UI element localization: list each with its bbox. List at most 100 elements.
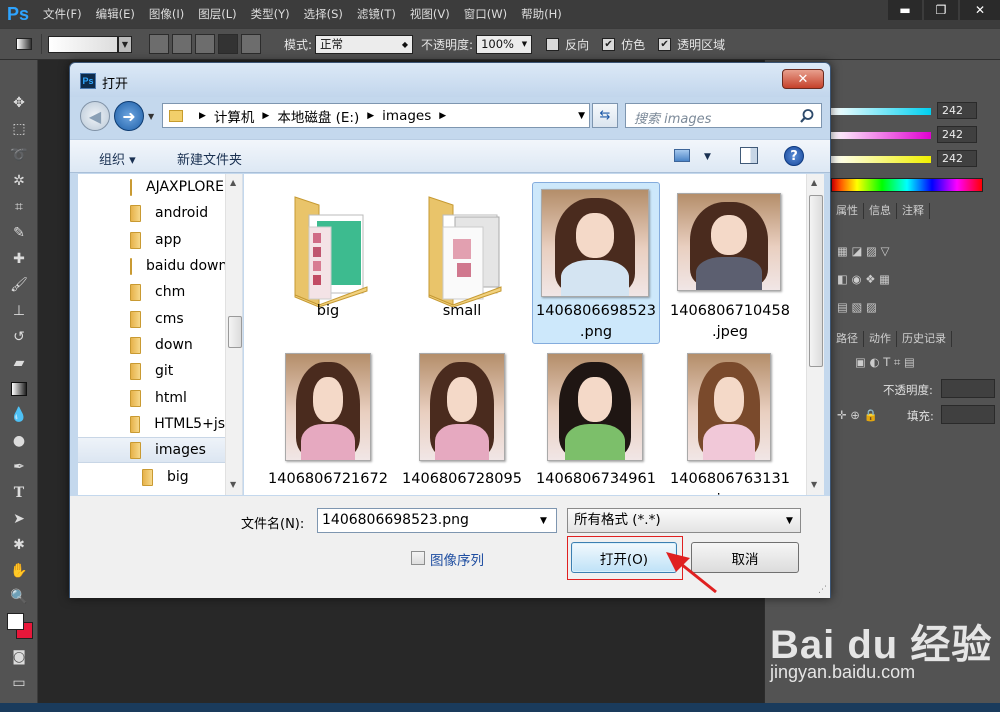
brush-tool-icon[interactable]: 🖌 [4, 272, 34, 298]
address-bar[interactable]: ▶ 计算机 ▶ 本地磁盘 (E:) ▶ images ▶ ▼ [162, 103, 590, 128]
tab-actions[interactable]: 动作 [864, 331, 897, 347]
chevron-down-icon[interactable]: ▼ [704, 152, 711, 162]
breadcrumb-computer[interactable]: 计算机 [214, 106, 255, 126]
image-sequence-label[interactable]: 图像序列 [430, 549, 484, 569]
dialog-titlebar[interactable]: Ps 打开 ✕ [70, 63, 830, 97]
blur-tool-icon[interactable]: 💧 [4, 402, 34, 428]
scroll-thumb[interactable] [809, 195, 823, 367]
radial-gradient-button[interactable] [172, 34, 192, 54]
reverse-checkbox[interactable] [546, 37, 560, 51]
chevron-right-icon[interactable]: ▶ [439, 111, 446, 121]
tree-item-app[interactable]: app [78, 227, 225, 253]
new-folder-button[interactable]: 新建文件夹 [177, 149, 242, 168]
crop-tool-icon[interactable]: ⌗ [4, 194, 34, 220]
layer-filter-icons[interactable]: ▣ ◐ T ⌗ ▤ [855, 355, 915, 370]
opacity-input[interactable]: 100% ▼ [476, 34, 533, 54]
chevron-down-icon[interactable]: ▼ [578, 111, 585, 121]
restore-button[interactable]: ❐ [924, 0, 958, 20]
zoom-tool-icon[interactable]: 🔍 [4, 584, 34, 610]
menu-window[interactable]: 窗口(W) [457, 0, 514, 28]
forward-arrow-icon[interactable]: ➜ [114, 101, 144, 131]
tree-item-html5[interactable]: HTML5+js [78, 411, 225, 437]
scroll-up-icon[interactable]: ▲ [230, 178, 236, 187]
chevron-right-icon[interactable]: ▶ [367, 111, 374, 121]
minimize-button[interactable]: ▬ [888, 0, 922, 20]
tree-item-ajaxplorer[interactable]: AJAXPLORER [78, 174, 225, 200]
shape-tool-icon[interactable]: ✱ [4, 532, 34, 558]
file-item-folder-big[interactable]: big [264, 182, 392, 344]
tree-item-images[interactable]: images [78, 437, 225, 463]
file-item-1406806734961[interactable]: 1406806734961 .png [532, 350, 660, 495]
quick-mask-icon[interactable]: ◙ [4, 644, 34, 670]
tab-notes[interactable]: 注释 [897, 203, 930, 219]
menu-layer[interactable]: 图层(L) [191, 0, 243, 28]
layer-fill-input[interactable] [941, 405, 995, 424]
menu-help[interactable]: 帮助(H) [514, 0, 569, 28]
file-item-1406806763131[interactable]: 1406806763131 .jpeg [666, 350, 794, 495]
color-swatches[interactable] [4, 610, 34, 644]
filename-input[interactable]: 1406806698523.png [317, 508, 557, 533]
stamp-tool-icon[interactable]: ⊥ [4, 298, 34, 324]
refresh-icon[interactable]: ⇆ [592, 103, 618, 128]
color-slider-yellow[interactable]: 242 [831, 150, 1000, 170]
tree-item-android[interactable]: android [78, 200, 225, 226]
file-item-1406806721672[interactable]: 1406806721672 .png [264, 350, 392, 495]
menu-view[interactable]: 视图(V) [403, 0, 457, 28]
menu-file[interactable]: 文件(F) [36, 0, 89, 28]
diamond-gradient-button[interactable] [241, 34, 261, 54]
transparency-checkbox[interactable]: ✔ [658, 37, 672, 51]
tab-history[interactable]: 历史记录 [897, 331, 952, 347]
reflected-gradient-button[interactable] [218, 34, 238, 54]
chevron-down-icon[interactable]: ▼ [540, 516, 547, 526]
file-list-scrollbar[interactable]: ▲ ▼ [806, 174, 824, 495]
help-icon[interactable]: ? [784, 146, 804, 166]
gradient-tool-icon[interactable] [6, 34, 42, 54]
tree-item-chm[interactable]: chm [78, 279, 225, 305]
tree-item-big[interactable]: big [78, 464, 225, 490]
type-tool-icon[interactable]: T [4, 480, 34, 506]
tree-item-down[interactable]: down [78, 332, 225, 358]
menu-filter[interactable]: 滤镜(T) [350, 0, 403, 28]
open-button[interactable]: 打开(O) [571, 542, 677, 573]
lasso-tool-icon[interactable]: ➰ [4, 142, 34, 168]
tree-item-baidu-download[interactable]: baidu download [78, 253, 225, 279]
chevron-down-icon[interactable]: ▼ [118, 35, 132, 53]
search-icon[interactable] [799, 108, 815, 124]
tree-item-html[interactable]: html [78, 385, 225, 411]
search-input[interactable]: 搜索 images [625, 103, 822, 128]
tree-item-cms[interactable]: cms [78, 306, 225, 332]
tab-paths[interactable]: 路径 [831, 331, 864, 347]
breadcrumb-images[interactable]: images [382, 108, 431, 124]
adjustment-icons-row3[interactable]: ▤ ▧ ▨ [837, 300, 877, 314]
tab-properties[interactable]: 属性 [831, 203, 864, 219]
foreground-color-swatch[interactable] [7, 613, 24, 630]
adjustment-icons-row2[interactable]: ◧ ◉ ❖ ▦ [837, 272, 890, 286]
view-icon[interactable] [674, 149, 690, 162]
dither-checkbox[interactable]: ✔ [602, 37, 616, 51]
angle-gradient-button[interactable] [195, 34, 215, 54]
menu-edit[interactable]: 编辑(E) [89, 0, 142, 28]
close-button[interactable]: ✕ [782, 69, 824, 89]
linear-gradient-button[interactable] [149, 34, 169, 54]
file-item-1406806698523[interactable]: 1406806698523 .png [532, 182, 660, 344]
history-brush-tool-icon[interactable]: ↺ [4, 324, 34, 350]
chevron-right-icon[interactable]: ▶ [199, 111, 206, 121]
magic-wand-tool-icon[interactable]: ✲ [4, 168, 34, 194]
recent-locations-dropdown[interactable]: ▼ [148, 112, 154, 121]
pen-tool-icon[interactable]: ✒ [4, 454, 34, 480]
scroll-up-icon[interactable]: ▲ [811, 178, 817, 187]
file-item-1406806728095[interactable]: 1406806728095 .png [398, 350, 526, 495]
slider-value[interactable]: 242 [937, 150, 977, 167]
move-tool-icon[interactable]: ✥ [4, 90, 34, 116]
color-slider-cyan[interactable]: 242 [831, 102, 1000, 122]
path-selection-tool-icon[interactable]: ➤ [4, 506, 34, 532]
gradient-picker[interactable] [48, 35, 118, 53]
hand-tool-icon[interactable]: ✋ [4, 558, 34, 584]
menu-select[interactable]: 选择(S) [297, 0, 350, 28]
gradient-tool-icon[interactable] [4, 376, 34, 402]
layer-opacity-input[interactable] [941, 379, 995, 398]
healing-tool-icon[interactable]: ✚ [4, 246, 34, 272]
scroll-down-icon[interactable]: ▼ [230, 480, 236, 489]
menu-image[interactable]: 图像(I) [142, 0, 191, 28]
tree-item-git[interactable]: git [78, 358, 225, 384]
